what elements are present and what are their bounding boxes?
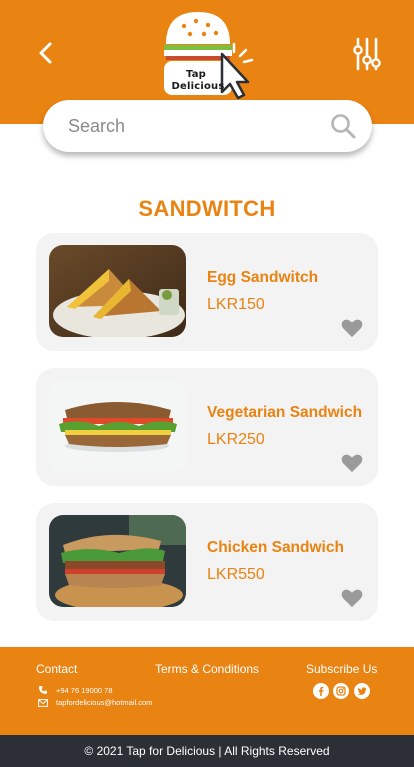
copyright-bar: © 2021 Tap for Delicious | All Rights Re… [0, 735, 414, 767]
heart-icon[interactable] [341, 453, 363, 473]
filter-button[interactable] [348, 34, 386, 74]
instagram-icon[interactable] [333, 683, 349, 699]
facebook-icon[interactable] [313, 683, 329, 699]
contact-heading: Contact [36, 662, 78, 676]
product-name: Egg Sandwitch [207, 269, 319, 286]
heart-icon[interactable] [341, 318, 363, 338]
product-name: Chicken Sandwich [207, 539, 344, 556]
product-price: LKR550 [207, 566, 265, 583]
site-footer: Contact Terms & Conditions Subscribe Us … [0, 647, 414, 735]
brand-text-line1: Tap [185, 69, 207, 80]
twitter-icon[interactable] [354, 683, 370, 699]
mail-icon [38, 698, 48, 707]
email-row: tapfordelicious@hotmail.com [38, 698, 152, 707]
sliders-icon [353, 37, 381, 71]
subscribe-heading: Subscribe Us [306, 662, 378, 676]
category-title: SANDWITCH [138, 196, 276, 221]
copyright-text: © 2021 Tap for Delicious | All Rights Re… [84, 744, 330, 758]
brand-logo[interactable]: Tap Delicious [160, 6, 256, 100]
product-card[interactable]: Vegetarian Sandwich LKR250 [36, 368, 378, 486]
heart-icon[interactable] [341, 588, 363, 608]
terms-link[interactable]: Terms & Conditions [155, 662, 259, 676]
product-price: LKR250 [207, 431, 265, 448]
brand-text-line2: Delicious [171, 81, 225, 92]
phone-row: +94 76 19000 78 [38, 685, 113, 695]
search-input[interactable] [68, 115, 308, 137]
product-card[interactable]: Chicken Sandwich LKR550 [36, 503, 378, 621]
search-icon[interactable] [330, 113, 356, 139]
product-image [49, 245, 186, 337]
product-card[interactable]: Egg Sandwitch LKR150 [36, 233, 378, 351]
email-address[interactable]: tapfordelicious@hotmail.com [56, 698, 152, 707]
phone-icon [39, 686, 47, 694]
product-image [49, 380, 186, 472]
search-bar [43, 100, 372, 152]
chevron-left-icon [39, 42, 52, 64]
product-price: LKR150 [207, 296, 265, 313]
product-image [49, 515, 186, 607]
product-name: Vegetarian Sandwich [207, 404, 363, 421]
phone-number[interactable]: +94 76 19000 78 [56, 686, 113, 695]
back-button[interactable] [28, 36, 62, 70]
